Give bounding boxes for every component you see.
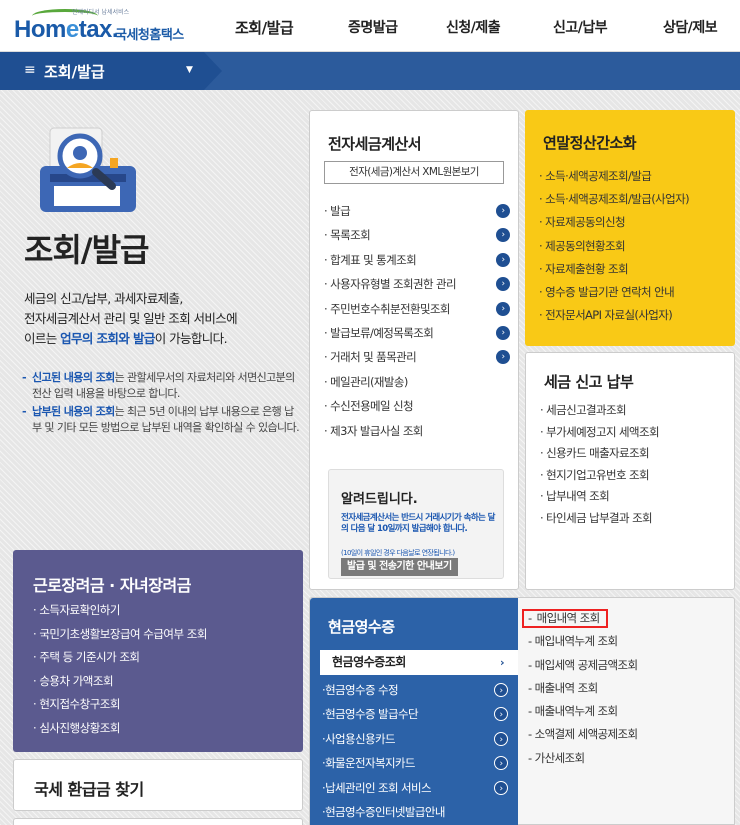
menu-dropdown-button[interactable]: ≡ 조회/발급 ▼ (0, 52, 222, 90)
next-panel-edge (13, 818, 303, 825)
gnb-inquiry[interactable]: 조회/발급 (235, 0, 294, 52)
tax-report-title: 세금 신고 납부 (544, 373, 634, 391)
etax-menu-item[interactable]: 주민번호수취분전환및조회› (324, 301, 510, 325)
notice-guide-button[interactable]: 발급 및 전송기한 안내보기 (341, 558, 458, 576)
notice-box: 알려드립니다. 전자세금계산서는 반드시 거래시기가 속하는 달의 다음 달 1… (328, 469, 504, 579)
cash-receipt-selected-item[interactable]: 현금영수증조회 › (320, 650, 518, 675)
cash-menu-item[interactable]: 현금영수증 발급수단› (322, 706, 508, 730)
labor-item[interactable]: 심사진행상황조회 (33, 720, 207, 744)
sub-navbar: ≡ 조회/발급 ▼ (0, 52, 740, 90)
arrow-right-icon[interactable]: › (494, 683, 508, 697)
etax-menu-item[interactable]: 제3자 발급사실 조회 (324, 423, 510, 447)
cash-receipt-title: 현금영수증 (328, 618, 395, 636)
arrow-right-icon[interactable]: › (496, 301, 510, 316)
taxreport-item[interactable]: 신용카드 매출자료조회 (540, 445, 659, 467)
labor-item[interactable]: 현지접수창구조회 (33, 696, 207, 720)
yearend-item[interactable]: 소득·세액공제조회/발급(사업자) (539, 191, 689, 214)
etax-menu-item[interactable]: 거래처 및 품목관리› (324, 349, 510, 373)
etax-menu-item[interactable]: 발급› (324, 203, 510, 227)
yearend-item[interactable]: 영수증 발급기관 연락처 안내 (539, 284, 689, 307)
arrow-right-icon[interactable]: › (496, 204, 510, 218)
hamburger-icon: ≡ (24, 62, 36, 78)
arrow-right-icon[interactable]: › (494, 731, 508, 746)
cash-submenu-item[interactable]: 소액결제 세액공제조회 (528, 726, 728, 749)
yearend-item[interactable]: 제공동의현황조회 (539, 238, 689, 261)
yearend-item[interactable]: 소득·세액공제조회/발급 (539, 168, 689, 191)
cash-submenu-item[interactable]: 매입내역누계 조회 (528, 633, 728, 656)
gnb-certificate[interactable]: 증명발급 (348, 0, 398, 52)
gnb-consult[interactable]: 상담/제보 (663, 0, 718, 52)
cash-menu-item[interactable]: 화물운전자복지카드› (322, 755, 508, 779)
e-tax-invoice-title: 전자세금계산서 (328, 135, 422, 153)
year-end-settlement-panel: 연말정산간소화 소득·세액공제조회/발급 소득·세액공제조회/발급(사업자) 자… (525, 110, 735, 346)
etax-menu-item[interactable]: 목록조회› (324, 227, 510, 251)
cash-submenu-item[interactable]: 매출내역누계 조회 (528, 703, 728, 726)
notice-small: (10일이 휴일인 경우 다음날로 연장됩니다.) (341, 549, 455, 557)
cash-menu-item[interactable]: 사업용신용카드› (322, 731, 508, 755)
menu-dropdown-label: 조회/발급 (44, 63, 105, 81)
arrow-right-icon[interactable]: › (494, 780, 508, 795)
main-content: 조회/발급 세금의 신고/납부, 과세자료제출, 전자세금계산서 관리 및 일반… (0, 90, 740, 825)
cash-submenu-item-active[interactable]: 매입내역 조회 (521, 609, 728, 633)
logo-main: Hometax. (14, 16, 119, 43)
taxreport-item[interactable]: 세금신고결과조회 (540, 402, 659, 424)
labor-item[interactable]: 국민기초생활보장급여 수급여부 조회 (33, 626, 207, 650)
notice-body: 전자세금계산서는 반드시 거래시기가 속하는 달의 다음 달 10일까지 발급해… (341, 513, 495, 534)
taxreport-item[interactable]: 부가세예정고지 세액조회 (540, 424, 659, 446)
labor-item[interactable]: 승용차 가액조회 (33, 673, 207, 697)
cash-submenu-item[interactable]: 매출내역 조회 (528, 680, 728, 703)
top-header: 언제어디서 납세서비스 Hometax. 국세청홈택스 조회/발급 증명발급 신… (0, 0, 740, 52)
hero-notes: 신고된 내용의 조회는 관할세무서의 자료처리와 서면신고분의 전산 입력 내용… (22, 370, 302, 438)
labor-incentive-panel: 근로장려금 · 자녀장려금 소득자료확인하기 국민기초생활보장급여 수급여부 조… (13, 550, 303, 752)
document-search-icon (40, 127, 136, 212)
taxreport-item[interactable]: 현지기업고유번호 조회 (540, 467, 659, 489)
taxreport-item[interactable]: 타인세금 납부결과 조회 (540, 510, 659, 532)
labor-incentive-title[interactable]: 근로장려금 · 자녀장려금 (33, 572, 191, 596)
yearend-item[interactable]: 자료제출현황 조회 (539, 261, 689, 284)
yearend-item[interactable]: 전자문서API 자료실(사업자) (539, 307, 689, 330)
taxreport-item[interactable]: 납부내역 조회 (540, 488, 659, 510)
cash-receipt-panel: 현금영수증 현금영수증조회› 현금영수증 수정› 현금영수증 발급수단› 사업용… (309, 597, 735, 825)
tax-refund-title: 국세 환급금 찾기 (34, 780, 144, 799)
cash-menu-item[interactable]: 납세관리인 조회 서비스› (322, 780, 508, 804)
arrow-right-icon[interactable]: › (496, 252, 510, 267)
etax-menu-item[interactable]: 발급보류/예정목록조회› (324, 325, 510, 349)
etax-menu-item[interactable]: 합계표 및 통계조회› (324, 252, 510, 276)
notice-title: 알려드립니다. (341, 492, 418, 507)
caret-down-icon: ▼ (186, 65, 193, 75)
chevron-right-icon: › (499, 656, 505, 669)
gnb-apply[interactable]: 신청/제출 (446, 0, 501, 52)
tax-refund-panel[interactable]: 국세 환급금 찾기 (13, 759, 303, 811)
year-end-title[interactable]: 연말정산간소화 (543, 132, 637, 153)
page-title: 조회/발급 (24, 231, 149, 269)
xml-view-button[interactable]: 전자(세금)계산서 XML원본보기 (324, 161, 504, 184)
cash-submenu: 매입내역 조회 매입내역누계 조회 매입세액 공제금액조회 매출내역 조회 매출… (521, 609, 728, 773)
arrow-right-icon[interactable]: › (496, 228, 510, 243)
labor-item[interactable]: 주택 등 기준시가 조회 (33, 649, 207, 673)
cash-menu-item[interactable]: 현금영수증인터넷발급안내 (322, 804, 508, 825)
hero-description: 세금의 신고/납부, 과세자료제출, 전자세금계산서 관리 및 일반 조회 서비… (24, 291, 238, 346)
etax-menu-item[interactable]: 메일관리(재발송) (324, 374, 510, 398)
logo-sub: 국세청홈택스 (115, 28, 184, 43)
arrow-right-icon[interactable]: › (496, 350, 510, 365)
arrow-right-icon[interactable]: › (496, 325, 510, 340)
arrow-right-icon[interactable]: › (494, 756, 508, 771)
cash-submenu-item[interactable]: 매입세액 공제금액조회 (528, 657, 728, 680)
cash-receipt-menu: 현금영수증 현금영수증조회› 현금영수증 수정› 현금영수증 발급수단› 사업용… (310, 598, 518, 825)
arrow-right-icon[interactable]: › (496, 277, 510, 292)
yearend-item[interactable]: 자료제공동의신청 (539, 214, 689, 237)
arrow-right-icon[interactable]: › (494, 707, 508, 722)
logo-tagline: 언제어디서 납세서비스 (72, 9, 130, 16)
hometax-logo[interactable]: 언제어디서 납세서비스 Hometax. 국세청홈택스 (12, 6, 202, 48)
cash-menu-item[interactable]: 현금영수증 수정› (322, 682, 508, 706)
etax-menu-item[interactable]: 사용자유형별 조회권한 관리› (324, 276, 510, 300)
labor-item[interactable]: 소득자료확인하기 (33, 602, 207, 626)
cash-submenu-item[interactable]: 가산세조회 (528, 750, 728, 773)
etax-menu-item[interactable]: 수신전용메일 신청 (324, 398, 510, 422)
tax-report-panel: 세금 신고 납부 세금신고결과조회 부가세예정고지 세액조회 신용카드 매출자료… (525, 352, 735, 590)
e-tax-invoice-panel: 전자세금계산서 전자(세금)계산서 XML원본보기 발급› 목록조회› 합계표 … (309, 110, 519, 590)
gnb-report-pay[interactable]: 신고/납부 (553, 0, 608, 52)
